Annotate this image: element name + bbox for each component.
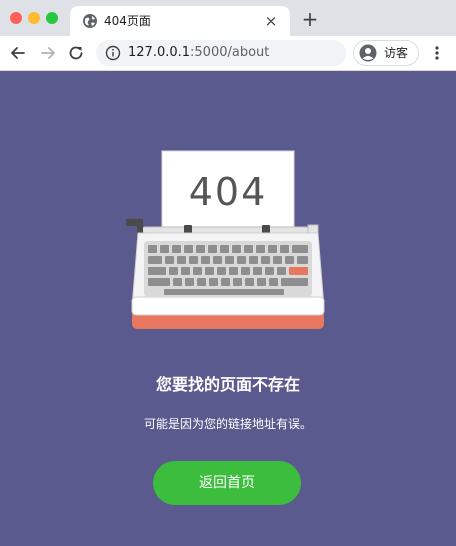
window-maximize-button[interactable] bbox=[46, 12, 58, 24]
typewriter-illustration: 404 bbox=[126, 150, 325, 329]
error-code: 404 bbox=[189, 170, 268, 214]
window-minimize-button[interactable] bbox=[28, 12, 40, 24]
browser-window: 404页面 × + 127.0.0.1:5000/about 访客 404 您要… bbox=[0, 0, 456, 546]
new-tab-button[interactable]: + bbox=[300, 9, 320, 29]
page-heading: 您要找的页面不存在 bbox=[155, 375, 300, 394]
url-host: 127.0.0.1 bbox=[128, 45, 191, 60]
info-icon[interactable] bbox=[105, 45, 121, 61]
tab-close-icon[interactable]: × bbox=[262, 12, 280, 30]
back-arrow-icon[interactable] bbox=[8, 43, 28, 63]
tab-strip: 404页面 × + bbox=[0, 0, 456, 36]
profile-button[interactable]: 访客 bbox=[353, 40, 419, 66]
address-bar[interactable]: 127.0.0.1:5000/about bbox=[96, 40, 346, 66]
kebab-menu-icon[interactable] bbox=[430, 43, 444, 63]
home-button[interactable]: 返回首页 bbox=[153, 461, 301, 505]
forward-arrow-icon[interactable] bbox=[38, 43, 58, 63]
profile-label: 访客 bbox=[384, 46, 409, 60]
page-content: 404 您要找的页面不存在 可能是因为您的链接地址有误。 返回首页 bbox=[0, 71, 456, 546]
url-text[interactable]: 127.0.0.1:5000/about bbox=[128, 45, 269, 61]
avatar-icon bbox=[359, 44, 377, 62]
tab-title: 404页面 bbox=[104, 14, 151, 28]
tab-404[interactable]: 404页面 × bbox=[70, 6, 290, 36]
globe-icon bbox=[83, 14, 97, 28]
reload-icon[interactable] bbox=[66, 43, 86, 63]
page-subtext: 可能是因为您的链接地址有误。 bbox=[143, 417, 312, 431]
browser-toolbar: 127.0.0.1:5000/about 访客 bbox=[0, 36, 456, 71]
window-close-button[interactable] bbox=[10, 12, 22, 24]
url-path: :5000/about bbox=[190, 45, 270, 60]
